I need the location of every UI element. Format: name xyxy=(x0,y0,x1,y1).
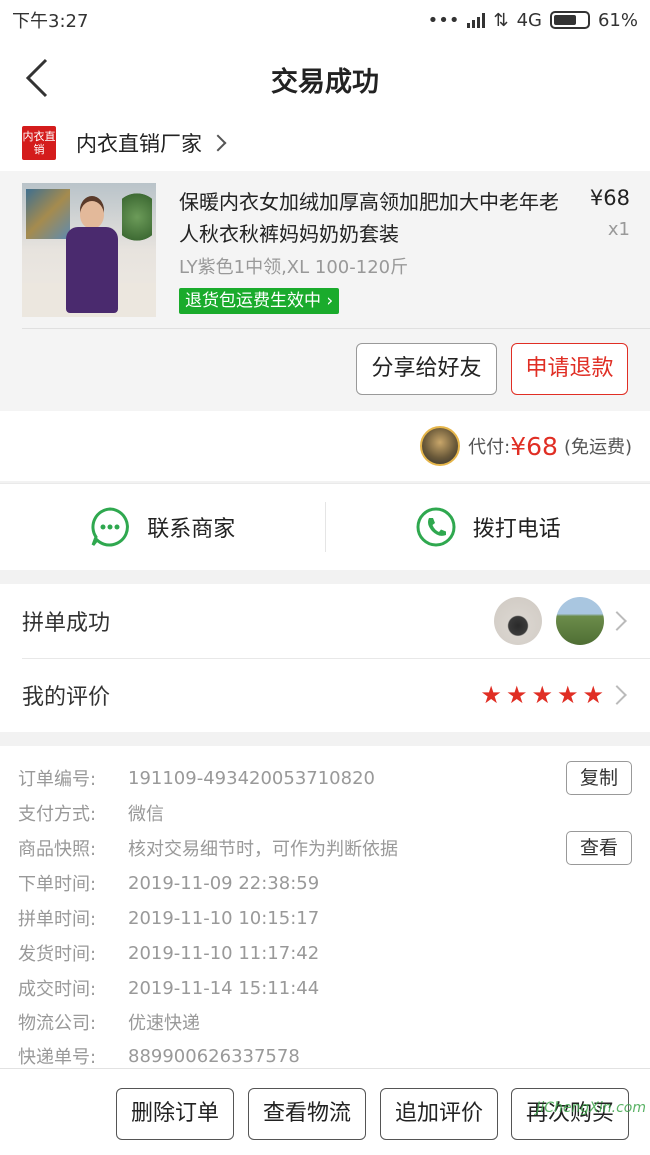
product-quantity: x1 xyxy=(607,219,630,240)
payment-note: (免运费) xyxy=(563,437,632,458)
info-key: 下单时间: xyxy=(18,874,97,895)
payer-avatar xyxy=(420,426,461,466)
avatar xyxy=(556,597,604,645)
info-key: 支付方式: xyxy=(18,804,97,825)
info-value: 优速快递 xyxy=(128,1013,200,1034)
product-image-painting xyxy=(26,189,70,239)
add-review-button[interactable]: 追加评价 xyxy=(380,1088,498,1140)
rating-stars: ★ ★ ★ ★ ★ xyxy=(480,681,604,709)
watermark: JiChengXin.com xyxy=(536,1100,646,1116)
info-value: 2019-11-14 15:11:44 xyxy=(128,977,320,999)
info-key: 物流公司: xyxy=(18,1013,97,1034)
info-value: 微信 xyxy=(128,804,164,825)
star-icon: ★ xyxy=(480,681,502,709)
star-icon: ★ xyxy=(582,681,604,709)
product-spec: LY紫色1中领,XL 100-120斤 xyxy=(179,257,409,278)
chevron-right-icon xyxy=(209,134,227,152)
info-row-snapshot: 商品快照: 核对交易细节时，可作为判断依据 查看 xyxy=(18,831,632,865)
status-list: 拼单成功 我的评价 ★ ★ ★ ★ ★ xyxy=(0,584,650,732)
info-row-payment-method: 支付方式: 微信 xyxy=(18,796,632,830)
info-key: 商品快照: xyxy=(18,839,97,860)
order-info: 订单编号: 191109-493420053710820 复制 支付方式: 微信… xyxy=(0,746,650,1068)
info-value: 2019-11-09 22:38:59 xyxy=(128,872,320,894)
status-bar: 下午3:27 ••• ⇅ 4G 61% xyxy=(0,0,650,40)
my-review-label: 我的评价 xyxy=(22,685,111,710)
star-icon: ★ xyxy=(505,681,528,709)
more-dots-icon: ••• xyxy=(427,9,460,31)
page-title: 交易成功 xyxy=(271,67,379,98)
battery-icon xyxy=(549,11,590,29)
return-shipping-label: 退货包运费生效中 xyxy=(185,291,321,311)
chevron-right-icon xyxy=(607,611,627,631)
chevron-right-icon: › xyxy=(321,291,334,311)
call-label: 拨打电话 xyxy=(472,517,561,542)
star-icon: ★ xyxy=(531,681,553,709)
shop-name[interactable]: 内衣直销厂家 xyxy=(76,128,202,158)
info-key: 发货时间: xyxy=(18,944,97,965)
my-review-row[interactable]: 我的评价 ★ ★ ★ ★ ★ xyxy=(0,658,650,732)
info-row-order-time: 下单时间: 2019-11-09 22:38:59 xyxy=(18,866,632,900)
avatar xyxy=(494,597,542,645)
copy-button[interactable]: 复制 xyxy=(566,761,632,795)
share-button[interactable]: 分享给好友 xyxy=(356,343,497,395)
info-value: 2019-11-10 11:17:42 xyxy=(128,942,320,964)
star-icon: ★ xyxy=(556,681,579,709)
view-snapshot-button[interactable]: 查看 xyxy=(566,831,632,865)
product-card[interactable]: 保暖内衣女加绒加厚高领加肥加大中老年老人秋衣秋裤妈妈奶奶套装 ¥68 x1 LY… xyxy=(0,171,650,411)
info-row-deal-time: 成交时间: 2019-11-14 15:11:44 xyxy=(18,971,632,1005)
contact-merchant-label: 联系商家 xyxy=(147,517,236,542)
product-image-plant xyxy=(122,193,152,253)
product-image[interactable] xyxy=(22,183,156,317)
info-row-ship-time: 发货时间: 2019-11-10 11:17:42 xyxy=(18,936,632,970)
product-price: ¥68 xyxy=(589,186,630,210)
info-key: 快递单号: xyxy=(18,1047,97,1068)
call-button[interactable]: 拨打电话 xyxy=(326,484,650,570)
status-time: 下午3:27 xyxy=(12,11,89,32)
view-logistics-button[interactable]: 查看物流 xyxy=(248,1088,366,1140)
info-row-group-time: 拼单时间: 2019-11-10 10:15:17 xyxy=(18,901,632,935)
info-key: 拼单时间: xyxy=(18,909,97,930)
network-type: 4G xyxy=(516,9,542,31)
payment-row: 代付: ¥68 (免运费) xyxy=(0,411,650,481)
nav-bar: 交易成功 xyxy=(0,40,650,115)
info-value: 191109-493420053710820 xyxy=(128,767,375,789)
phone-icon xyxy=(416,507,456,547)
return-shipping-badge[interactable]: 退货包运费生效中 › xyxy=(179,288,340,314)
shop-row[interactable]: 内衣直销 内衣直销厂家 xyxy=(0,115,650,171)
payment-label: 代付: xyxy=(468,437,511,458)
status-right: ••• ⇅ 4G 61% xyxy=(428,10,638,31)
contact-bar: 联系商家 拨打电话 xyxy=(0,483,650,570)
signal-icon xyxy=(467,12,486,28)
refund-button[interactable]: 申请退款 xyxy=(511,343,628,395)
divider xyxy=(22,328,650,329)
payment-amount: ¥68 xyxy=(510,431,558,461)
chevron-right-icon xyxy=(607,685,627,705)
group-success-label: 拼单成功 xyxy=(22,611,111,636)
chat-bubble-icon xyxy=(91,507,130,547)
info-value: 2019-11-10 10:15:17 xyxy=(128,907,320,929)
info-value: 核对交易细节时，可作为判断依据 xyxy=(128,839,398,860)
contact-merchant-button[interactable]: 联系商家 xyxy=(0,484,325,570)
info-key: 订单编号: xyxy=(18,769,97,790)
info-row-carrier: 物流公司: 优速快递 xyxy=(18,1005,632,1039)
info-key: 成交时间: xyxy=(18,979,97,1000)
group-success-row[interactable]: 拼单成功 xyxy=(0,584,650,658)
battery-percent: 61% xyxy=(597,9,638,31)
info-row-order-number: 订单编号: 191109-493420053710820 复制 xyxy=(18,761,632,795)
product-image-model xyxy=(66,201,118,313)
data-arrows-icon: ⇅ xyxy=(493,9,509,31)
shop-logo: 内衣直销 xyxy=(22,126,56,160)
delete-order-button[interactable]: 删除订单 xyxy=(116,1088,234,1140)
product-title: 保暖内衣女加绒加厚高领加肥加大中老年老人秋衣秋裤妈妈奶奶套装 xyxy=(179,190,559,246)
info-value: 889900626337578 xyxy=(128,1045,300,1067)
